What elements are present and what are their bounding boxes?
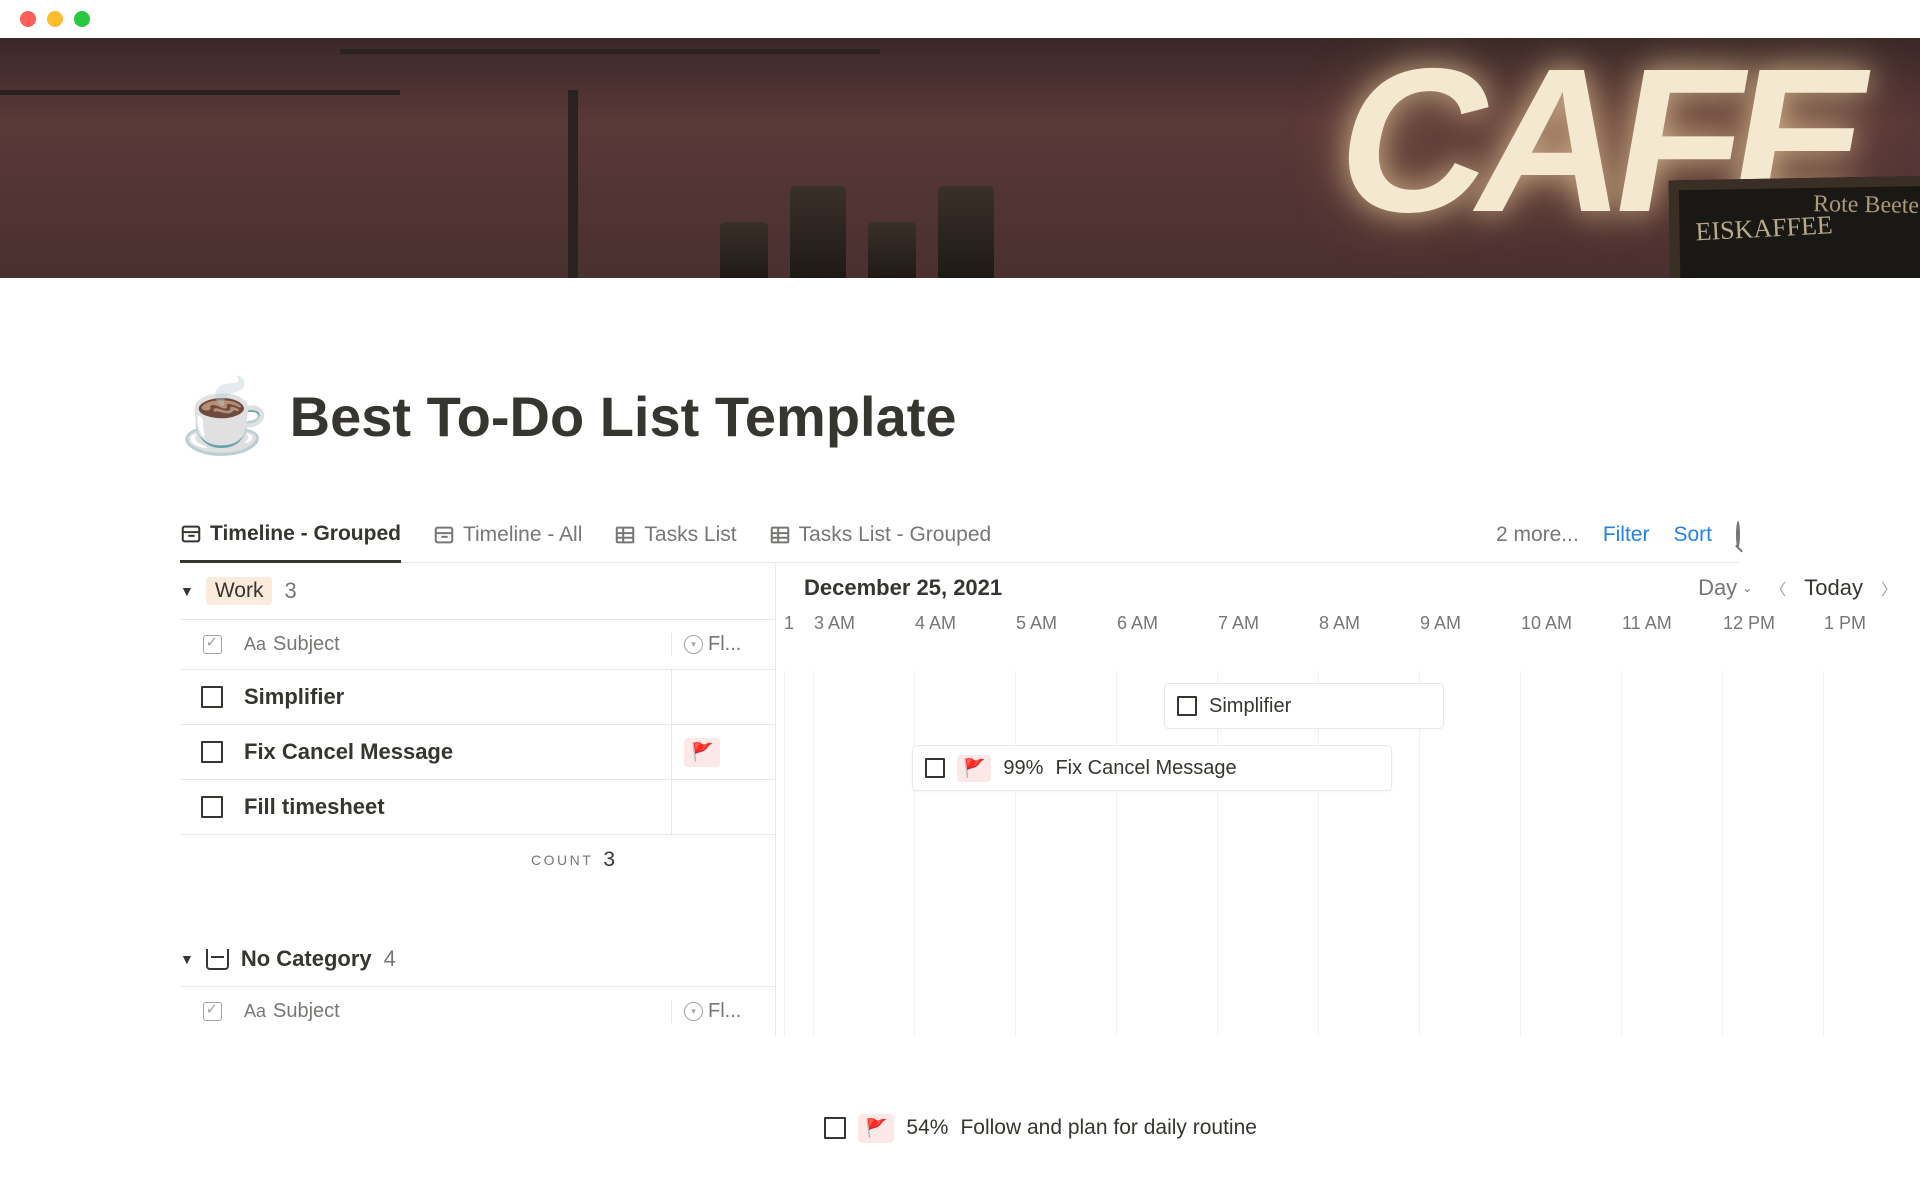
column-headers: AaSubject ▾Fl...: [180, 986, 775, 1036]
flag-badge: 🚩: [684, 738, 720, 767]
tab-timeline-grouped[interactable]: Timeline - Grouped: [180, 508, 401, 563]
page-emoji[interactable]: ☕: [180, 374, 270, 459]
count-value: 3: [603, 848, 615, 872]
search-button[interactable]: [1736, 523, 1740, 547]
page-title[interactable]: Best To-Do List Template: [290, 384, 957, 449]
timeline-header: December 25, 2021 Day⌄ 〈 Today 〉: [776, 563, 1920, 613]
close-window-button[interactable]: [20, 11, 36, 27]
hour-label: 12 PM: [1723, 613, 1824, 634]
hour-label: 6 AM: [1117, 613, 1218, 634]
task-row[interactable]: Simplifier: [180, 669, 775, 724]
flag-icon: 🚩: [865, 1118, 887, 1139]
chevron-down-icon: ⌄: [1742, 581, 1752, 595]
tab-tasks-list[interactable]: Tasks List: [614, 507, 736, 562]
titlebar: [0, 0, 1920, 38]
hour-label: 1 PM: [1824, 613, 1920, 634]
hour-label: 7 AM: [1218, 613, 1319, 634]
group-name: No Category: [241, 946, 372, 972]
sort-button[interactable]: Sort: [1673, 523, 1712, 547]
disclosure-icon[interactable]: ▼: [180, 951, 194, 967]
page-cover[interactable]: CAFE EISKAFFEE Rote Beete: [0, 38, 1920, 278]
event-checkbox[interactable]: [824, 1117, 846, 1139]
task-row[interactable]: Fix Cancel Message 🚩: [180, 724, 775, 779]
task-checkbox[interactable]: [201, 741, 223, 763]
task-checkbox[interactable]: [201, 796, 223, 818]
cover-chalkboard: EISKAFFEE Rote Beete: [1669, 176, 1920, 278]
filter-button[interactable]: Filter: [1603, 523, 1650, 547]
event-percent: 54%: [906, 1116, 948, 1140]
table-icon: [769, 524, 791, 546]
hour-label: 8 AM: [1319, 613, 1420, 634]
group-header-no-category[interactable]: ▼ No Category 4: [180, 932, 775, 986]
search-icon: [1736, 521, 1740, 548]
task-row[interactable]: Fill timesheet: [180, 779, 775, 834]
disclosure-icon[interactable]: ▼: [180, 583, 194, 599]
column-flag[interactable]: ▾Fl...: [671, 1000, 775, 1023]
hour-label: 4 AM: [915, 613, 1016, 634]
event-checkbox[interactable]: [925, 758, 945, 778]
event-name: Fix Cancel Message: [1055, 757, 1236, 780]
timeline-hours: 1 3 AM 4 AM 5 AM 6 AM 7 AM 8 AM 9 AM 10 …: [776, 613, 1920, 655]
column-subject[interactable]: AaSubject: [244, 633, 671, 656]
checkbox-column-icon[interactable]: [203, 1002, 222, 1021]
hour-label: 9 AM: [1420, 613, 1521, 634]
today-button[interactable]: Today: [1804, 575, 1863, 601]
timeline-date: December 25, 2021: [804, 575, 1002, 601]
select-icon: ▾: [684, 1002, 703, 1021]
hour-label: 3 AM: [814, 613, 915, 634]
group-count: 4: [384, 946, 396, 972]
timeline-event[interactable]: 🚩 99% Fix Cancel Message: [912, 745, 1392, 791]
timeline-icon: [180, 523, 202, 545]
hour-label: 11 AM: [1622, 613, 1723, 634]
tab-label: Timeline - All: [463, 523, 582, 547]
column-headers: AaSubject ▾Fl...: [180, 619, 775, 669]
maximize-window-button[interactable]: [74, 11, 90, 27]
column-flag[interactable]: ▾Fl...: [671, 633, 775, 656]
more-views-button[interactable]: 2 more...: [1496, 523, 1579, 547]
flag-icon: 🚩: [963, 758, 985, 779]
tab-label: Tasks List - Grouped: [799, 523, 992, 547]
hour-label: 1: [784, 613, 814, 634]
task-name[interactable]: Fill timesheet: [244, 794, 385, 820]
task-checkbox[interactable]: [201, 686, 223, 708]
event-percent: 99%: [1003, 757, 1043, 780]
cover-decor: [0, 90, 400, 95]
checkbox-column-icon[interactable]: [203, 635, 222, 654]
tab-label: Timeline - Grouped: [210, 522, 401, 546]
task-name[interactable]: Simplifier: [244, 684, 344, 710]
timeline-icon: [433, 524, 455, 546]
next-button[interactable]: 〉: [1877, 576, 1901, 600]
select-icon: ▾: [684, 635, 703, 654]
event-checkbox[interactable]: [1177, 696, 1197, 716]
flag-icon: 🚩: [691, 742, 713, 763]
cover-decor: [340, 49, 880, 54]
inbox-icon: [206, 949, 229, 970]
group-header-work[interactable]: ▼ Work 3: [180, 563, 775, 619]
tab-label: Tasks List: [644, 523, 736, 547]
flag-badge: 🚩: [957, 755, 991, 782]
table-icon: [614, 524, 636, 546]
view-tabs: Timeline - Grouped Timeline - All Tasks …: [180, 507, 1740, 563]
event-name: Simplifier: [1209, 695, 1291, 718]
hour-label: 10 AM: [1521, 613, 1622, 634]
task-name[interactable]: Fix Cancel Message: [244, 739, 453, 765]
group-count: 3: [284, 578, 296, 604]
column-subject[interactable]: AaSubject: [244, 1000, 671, 1023]
group-summary: COUNT 3: [180, 834, 775, 884]
timeline-event[interactable]: Simplifier: [1164, 683, 1444, 729]
cover-decor: [568, 90, 578, 278]
event-name: Follow and plan for daily routine: [960, 1116, 1257, 1140]
minimize-window-button[interactable]: [47, 11, 63, 27]
cover-decor: [720, 186, 994, 278]
tab-tasks-list-grouped[interactable]: Tasks List - Grouped: [769, 507, 992, 562]
tab-timeline-all[interactable]: Timeline - All: [433, 507, 582, 562]
hour-label: 5 AM: [1016, 613, 1117, 634]
prev-button[interactable]: 〈: [1766, 576, 1790, 600]
count-label: COUNT: [531, 852, 593, 868]
group-badge: Work: [206, 577, 273, 605]
flag-badge: 🚩: [858, 1114, 894, 1143]
timeline-scale-select[interactable]: Day⌄: [1698, 575, 1752, 601]
